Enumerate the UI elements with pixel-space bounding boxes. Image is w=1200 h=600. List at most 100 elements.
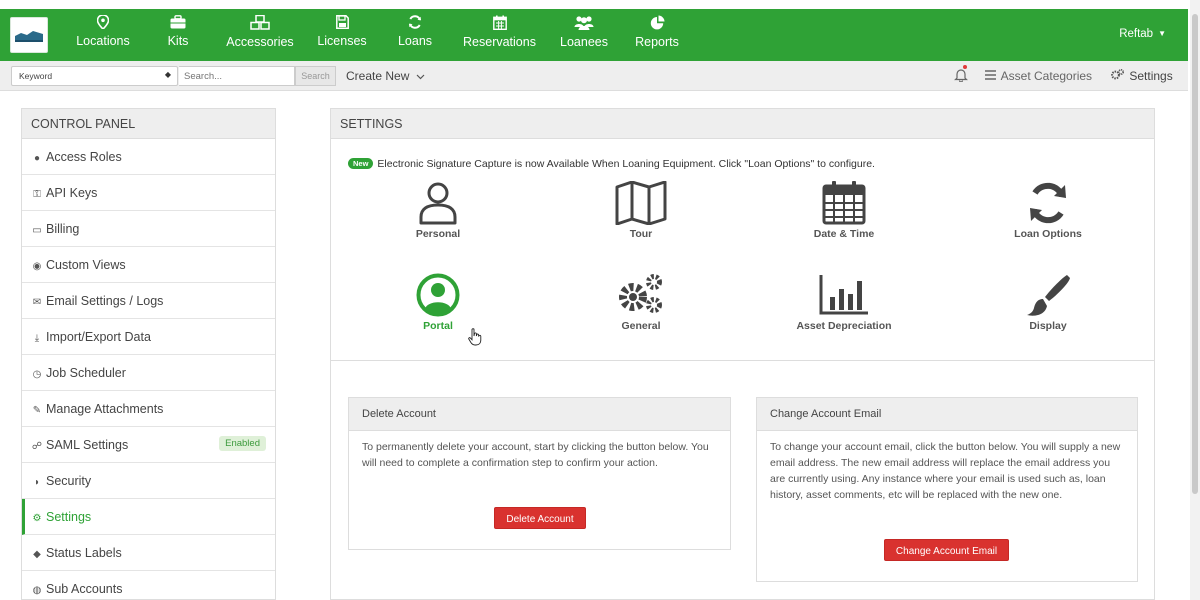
- nav-label: Kits: [167, 34, 189, 48]
- tile-loan-options[interactable]: Loan Options: [978, 181, 1118, 240]
- user-circle-icon: [416, 273, 460, 317]
- page-scrollbar[interactable]: [1190, 0, 1200, 600]
- sidebar-item-saml-settings[interactable]: ☍ SAML Settings Enabled: [22, 427, 275, 463]
- tile-display[interactable]: Display: [978, 273, 1118, 332]
- nav-label: Accessories: [226, 35, 294, 49]
- tile-label: Tour: [629, 228, 653, 240]
- control-panel-sidebar: CONTROL PANEL ● Access Roles ⚿ API Keys ▭ B…: [21, 108, 276, 600]
- tile-label: Portal: [423, 320, 453, 332]
- tile-label: Date & Time: [813, 228, 875, 240]
- search-field-select[interactable]: Keyword ◆: [11, 66, 178, 86]
- user-menu[interactable]: Reftab ▼: [1119, 28, 1166, 40]
- nav-licenses[interactable]: Licenses: [315, 15, 369, 59]
- sidebar-item-label: Import/Export Data: [46, 330, 151, 344]
- search-field-value: Keyword: [19, 71, 53, 81]
- tile-personal[interactable]: Personal: [368, 181, 508, 240]
- clock-icon: ◷: [32, 369, 42, 380]
- sidebar-item-access-roles[interactable]: ● Access Roles: [22, 139, 275, 175]
- calendar-icon: [492, 15, 507, 30]
- nav-accessories[interactable]: Accessories: [224, 15, 296, 59]
- nav-loanees[interactable]: Loanees: [558, 15, 610, 59]
- sidebar-item-job-scheduler[interactable]: ◷ Job Scheduler: [22, 355, 275, 391]
- nav-label: Reports: [635, 35, 679, 49]
- tile-asset-depreciation[interactable]: Asset Depreciation: [774, 273, 914, 332]
- nav-loans[interactable]: Loans: [396, 15, 434, 59]
- nav-locations[interactable]: Locations: [74, 15, 132, 59]
- change-email-button[interactable]: Change Account Email: [884, 539, 1009, 561]
- tile-tour[interactable]: Tour: [571, 181, 711, 240]
- sidebar-item-security[interactable]: ◗ Security: [22, 463, 275, 499]
- sidebar-item-status-labels[interactable]: ◆ Status Labels: [22, 535, 275, 571]
- nav-reservations[interactable]: Reservations: [461, 15, 538, 59]
- tile-label: Loan Options: [1014, 228, 1082, 240]
- search-input[interactable]: [179, 66, 295, 86]
- refresh-icon: [1030, 182, 1066, 224]
- notice-text: Electronic Signature Capture is now Avai…: [377, 158, 875, 170]
- nav-label: Loanees: [560, 35, 608, 49]
- cubes-icon: [250, 15, 270, 30]
- new-badge: New: [348, 158, 374, 169]
- sidebar-item-label: Manage Attachments: [46, 402, 164, 416]
- delete-account-text: To permanently delete your account, star…: [362, 441, 709, 469]
- sidebar-item-label: Sub Accounts: [46, 582, 123, 596]
- sidebar-item-email-settings[interactable]: ✉ Email Settings / Logs: [22, 283, 275, 319]
- sidebar-item-label: SAML Settings: [46, 438, 129, 452]
- shield-icon: ◗: [33, 477, 41, 488]
- change-email-panel: Change Account Email To change your acco…: [756, 397, 1138, 582]
- tile-label: Personal: [415, 228, 461, 240]
- sidebar-item-sub-accounts[interactable]: ◍ Sub Accounts: [22, 571, 275, 599]
- sidebar-item-label: Status Labels: [46, 546, 122, 560]
- delete-account-title: Delete Account: [349, 398, 730, 431]
- bar-chart-icon: [819, 275, 868, 315]
- sitemap-icon: ☍: [31, 441, 43, 452]
- feature-notice: New Electronic Signature Capture is now A…: [348, 158, 875, 170]
- tile-label: Display: [1029, 320, 1067, 332]
- briefcase-icon: [170, 15, 186, 29]
- asset-categories-link[interactable]: Asset Categories: [985, 69, 1092, 83]
- sidebar-item-label: API Keys: [46, 186, 98, 200]
- sidebar-list: ● Access Roles ⚿ API Keys ▭ Billing ◉ Custom…: [22, 139, 275, 599]
- search-button[interactable]: Search: [295, 66, 336, 86]
- create-new-dropdown[interactable]: Create New: [346, 69, 425, 83]
- sidebar-item-settings[interactable]: ⚙ Settings: [22, 499, 275, 535]
- bell-icon[interactable]: [954, 68, 968, 82]
- map-pin-icon: [97, 15, 109, 29]
- caret-down-icon: ▼: [1158, 29, 1166, 38]
- user-icon: [419, 182, 457, 225]
- tags-icon: ◆: [33, 549, 41, 560]
- hand-cursor-icon: [468, 328, 482, 346]
- gears-icon: [1111, 68, 1125, 80]
- reftab-logo[interactable]: [10, 17, 48, 53]
- sidebar-item-billing[interactable]: ▭ Billing: [22, 211, 275, 247]
- sidebar-item-label: Billing: [46, 222, 80, 236]
- settings-panel: SETTINGS New Electronic Signature Capture…: [330, 108, 1155, 600]
- settings-link[interactable]: Settings: [1111, 68, 1173, 83]
- download-icon: ⤓: [34, 333, 40, 344]
- paintbrush-icon: [1027, 275, 1070, 316]
- map-icon: [615, 181, 667, 225]
- scrollbar-thumb[interactable]: [1192, 14, 1198, 494]
- user-name: Reftab: [1119, 28, 1154, 40]
- delete-account-button[interactable]: Delete Account: [494, 507, 586, 529]
- nav-label: Locations: [76, 34, 130, 48]
- sidebar-item-label: Email Settings / Logs: [46, 294, 164, 308]
- tile-portal[interactable]: Portal: [368, 273, 508, 332]
- credit-card-icon: ▭: [32, 225, 42, 236]
- tile-general[interactable]: General: [571, 273, 711, 332]
- sidebar-item-api-keys[interactable]: ⚿ API Keys: [22, 175, 275, 211]
- key-icon: ⚿: [33, 189, 41, 200]
- nav-kits[interactable]: Kits: [163, 15, 193, 59]
- users-icon: ◍: [32, 585, 42, 596]
- sidebar-item-import-export[interactable]: ⤓ Import/Export Data: [22, 319, 275, 355]
- sidebar-item-custom-views[interactable]: ◉ Custom Views: [22, 247, 275, 283]
- tile-label: Asset Depreciation: [796, 320, 892, 332]
- tile-date-time[interactable]: Date & Time: [774, 181, 914, 240]
- create-new-label: Create New: [346, 69, 410, 83]
- users-icon: [574, 16, 594, 30]
- sidebar-item-manage-attachments[interactable]: ✎ Manage Attachments: [22, 391, 275, 427]
- tile-label: General: [621, 320, 661, 332]
- nav-reports[interactable]: Reports: [633, 15, 681, 59]
- sidebar-item-label: Security: [46, 474, 92, 488]
- status-badge: Enabled: [219, 436, 266, 451]
- sidebar-item-label: Access Roles: [46, 150, 122, 164]
